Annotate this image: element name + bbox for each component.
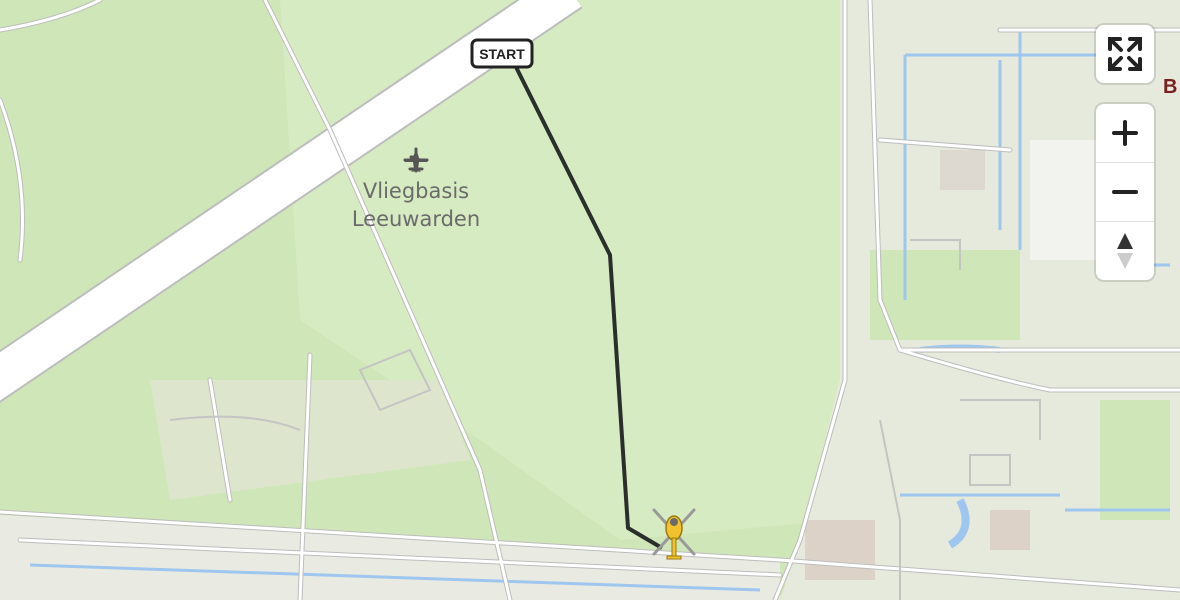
building-block (805, 520, 875, 580)
zoom-in-button[interactable] (1096, 104, 1154, 162)
expand-icon (1108, 37, 1142, 71)
fullscreen-control (1096, 25, 1154, 83)
airport-label-line2: Leeuwarden (352, 207, 480, 231)
edge-place-label: B (1163, 76, 1178, 98)
start-label: START (479, 46, 525, 62)
airport-label-line1: Vliegbasis (363, 179, 469, 203)
start-marker[interactable]: START (470, 38, 534, 69)
north-arrow-icon (1117, 233, 1133, 269)
minus-icon (1112, 190, 1138, 194)
zoom-out-button[interactable] (1096, 162, 1154, 221)
compass-button[interactable] (1096, 221, 1154, 280)
zoom-controls (1096, 104, 1154, 280)
building-block (940, 150, 985, 190)
building-block (990, 510, 1030, 550)
building-block (1030, 140, 1100, 260)
fullscreen-button[interactable] (1096, 25, 1154, 83)
map-canvas[interactable]: Vliegbasis Leeuwarden START (0, 0, 1180, 600)
sports-field (1100, 400, 1170, 520)
plus-icon (1112, 120, 1138, 146)
